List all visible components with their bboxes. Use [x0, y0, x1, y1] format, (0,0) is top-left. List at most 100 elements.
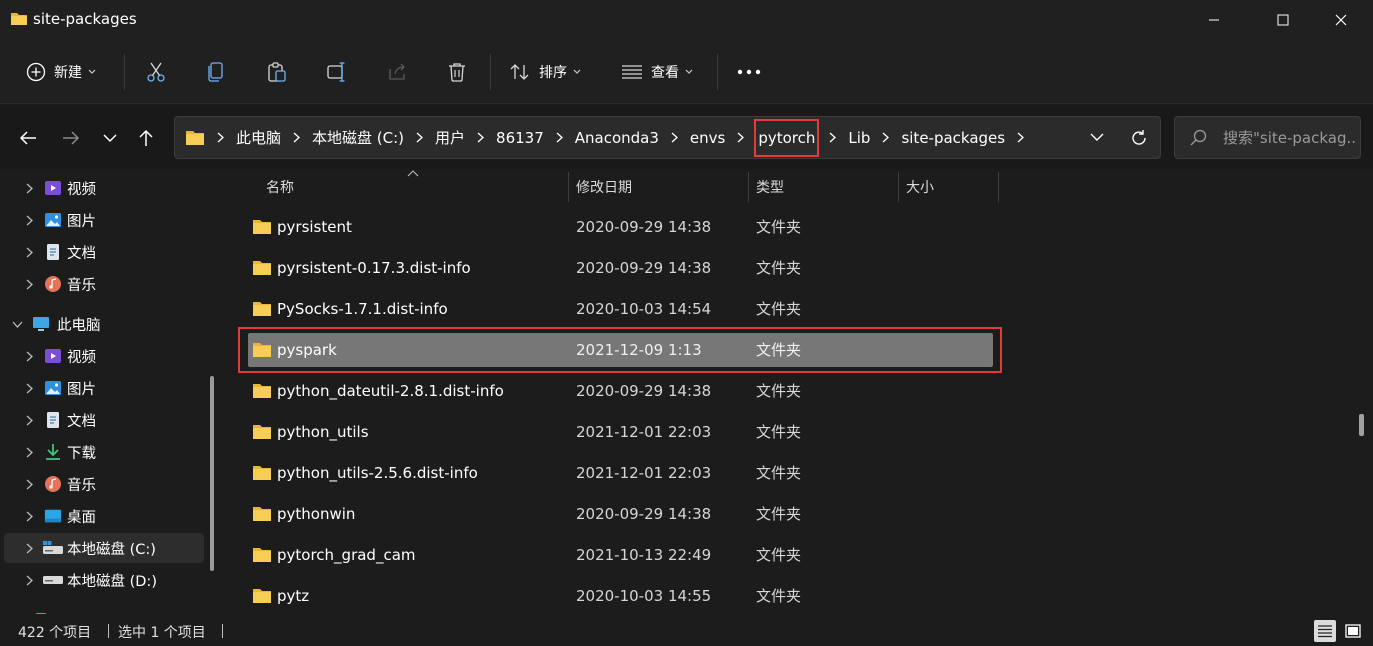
details-view-button[interactable]	[1314, 620, 1336, 642]
file-row[interactable]: python_dateutil-2.8.1.dist-info 2020-09-…	[248, 374, 993, 408]
close-button[interactable]	[1318, 0, 1364, 40]
column-divider[interactable]	[568, 172, 569, 202]
tiles-view-button[interactable]	[1342, 620, 1364, 642]
new-button[interactable]: 新建	[26, 54, 96, 90]
chevron-down-icon[interactable]	[10, 317, 24, 331]
sidebar-item-pc-videos[interactable]: 视频	[4, 341, 204, 371]
column-header-date[interactable]: 修改日期	[576, 170, 632, 204]
chevron-right-icon[interactable]	[22, 509, 36, 523]
file-row-selected[interactable]: pyspark 2021-12-09 1:13 文件夹	[248, 333, 993, 367]
cut-button[interactable]	[146, 54, 166, 90]
view-button[interactable]: 查看	[621, 54, 693, 90]
chevron-right-icon[interactable]	[22, 381, 36, 395]
sidebar-item-pictures[interactable]: 图片	[4, 205, 204, 235]
back-button[interactable]	[11, 121, 45, 155]
file-list-scrollbar[interactable]	[1359, 414, 1364, 436]
download-icon	[44, 443, 62, 461]
delete-button[interactable]	[446, 54, 468, 90]
file-date: 2021-10-13 22:49	[576, 546, 712, 564]
address-history-button[interactable]	[1077, 117, 1117, 158]
crumb-site-packages[interactable]: site-packages	[901, 129, 1005, 147]
sort-button[interactable]: 排序	[509, 54, 581, 90]
column-divider[interactable]	[898, 172, 899, 202]
file-row[interactable]: python_utils 2021-12-01 22:03 文件夹	[248, 415, 993, 449]
crumb-lib[interactable]: Lib	[848, 129, 870, 147]
copy-button[interactable]	[206, 54, 226, 90]
chevron-down-icon	[685, 69, 693, 74]
column-divider[interactable]	[998, 172, 999, 202]
file-name: pyspark	[277, 341, 337, 359]
file-date: 2021-12-01 22:03	[576, 464, 712, 482]
file-row[interactable]: PySocks-1.7.1.dist-info 2020-10-03 14:54…	[248, 292, 993, 326]
crumb-drive-c[interactable]: 本地磁盘 (C:)	[312, 127, 404, 148]
file-row[interactable]: pytz 2020-10-03 14:55 文件夹	[248, 579, 993, 613]
share-button[interactable]	[386, 54, 408, 90]
search-input[interactable]	[1223, 117, 1357, 158]
chevron-right-icon[interactable]	[22, 573, 36, 587]
crumb-users[interactable]: 用户	[435, 127, 465, 148]
sidebar-item-pc-documents[interactable]: 文档	[4, 405, 204, 435]
search-box[interactable]	[1174, 116, 1361, 159]
copy-icon	[208, 62, 223, 82]
sidebar-item-videos[interactable]: 视频	[4, 173, 204, 203]
rename-button[interactable]	[326, 54, 348, 90]
crumb-pytorch-highlighted[interactable]: pytorch	[754, 118, 820, 157]
crumb-envs[interactable]: envs	[690, 129, 725, 147]
paste-button[interactable]	[266, 54, 288, 90]
chevron-right-icon[interactable]	[22, 413, 36, 427]
chevron-right-icon[interactable]	[22, 213, 36, 227]
file-row[interactable]: pythonwin 2020-09-29 14:38 文件夹	[248, 497, 993, 531]
up-button[interactable]	[129, 121, 163, 155]
sidebar-item-drive-d[interactable]: 本地磁盘 (D:)	[4, 565, 204, 595]
crumb-anaconda3[interactable]: Anaconda3	[575, 129, 659, 147]
folder-icon	[11, 13, 27, 25]
command-bar: 新建 排序 查看	[0, 40, 1373, 104]
crumb-user-folder[interactable]: 86137	[496, 129, 544, 147]
file-row[interactable]: python_utils-2.5.6.dist-info 2021-12-01 …	[248, 456, 993, 490]
view-icon	[622, 65, 642, 79]
chevron-right-icon[interactable]	[22, 445, 36, 459]
column-header-name[interactable]: 名称	[266, 170, 294, 204]
sidebar-item-partial[interactable]	[4, 605, 204, 614]
chevron-right-icon	[556, 132, 563, 143]
column-header-type[interactable]: 类型	[756, 170, 784, 204]
file-row[interactable]: pyrsistent-0.17.3.dist-info 2020-09-29 1…	[248, 251, 993, 285]
sidebar-scrollbar[interactable]	[210, 376, 214, 571]
chevron-right-icon[interactable]	[22, 349, 36, 363]
sidebar-item-documents[interactable]: 文档	[4, 237, 204, 267]
column-header-size[interactable]: 大小	[906, 170, 934, 204]
address-bar[interactable]: 此电脑 本地磁盘 (C:) 用户 86137 Anaconda3 envs py…	[174, 116, 1161, 159]
sidebar-item-pc-music[interactable]: 音乐	[4, 469, 204, 499]
sidebar-item-label: 本地磁盘 (C:)	[67, 541, 156, 558]
title-bar: site-packages	[0, 0, 1373, 40]
sidebar-item-downloads[interactable]: 下载	[4, 437, 204, 467]
file-row[interactable]: pyrsistent 2020-09-29 14:38 文件夹	[248, 210, 993, 244]
chevron-right-icon[interactable]	[22, 181, 36, 195]
file-row[interactable]: pytorch_grad_cam 2021-10-13 22:49 文件夹	[248, 538, 993, 572]
file-type: 文件夹	[756, 464, 802, 482]
chevron-right-icon[interactable]	[22, 477, 36, 491]
sidebar-item-this-pc[interactable]: 此电脑	[4, 309, 204, 339]
computer-icon	[32, 315, 50, 333]
minimize-button[interactable]	[1191, 0, 1237, 40]
sidebar-item-desktop[interactable]: 桌面	[4, 501, 204, 531]
forward-button[interactable]	[54, 121, 88, 155]
sidebar-item-label: 图片	[67, 213, 96, 230]
chevron-right-icon[interactable]	[22, 541, 36, 555]
chevron-right-icon[interactable]	[22, 277, 36, 291]
sort-icon	[510, 64, 529, 80]
file-type: 文件夹	[756, 546, 802, 564]
more-button[interactable]	[737, 54, 761, 90]
sidebar-item-drive-c[interactable]: 本地磁盘 (C:)	[4, 533, 204, 563]
sidebar-item-label: 音乐	[67, 477, 96, 494]
sidebar-item-pc-pictures[interactable]: 图片	[4, 373, 204, 403]
maximize-button[interactable]	[1260, 0, 1306, 40]
refresh-button[interactable]	[1119, 117, 1159, 158]
column-divider[interactable]	[748, 172, 749, 202]
pictures-icon	[44, 211, 62, 229]
chevron-down-icon	[573, 69, 581, 74]
sidebar-item-music[interactable]: 音乐	[4, 269, 204, 299]
crumb-this-pc[interactable]: 此电脑	[236, 127, 281, 148]
recent-locations-button[interactable]	[93, 121, 127, 155]
chevron-right-icon[interactable]	[22, 245, 36, 259]
